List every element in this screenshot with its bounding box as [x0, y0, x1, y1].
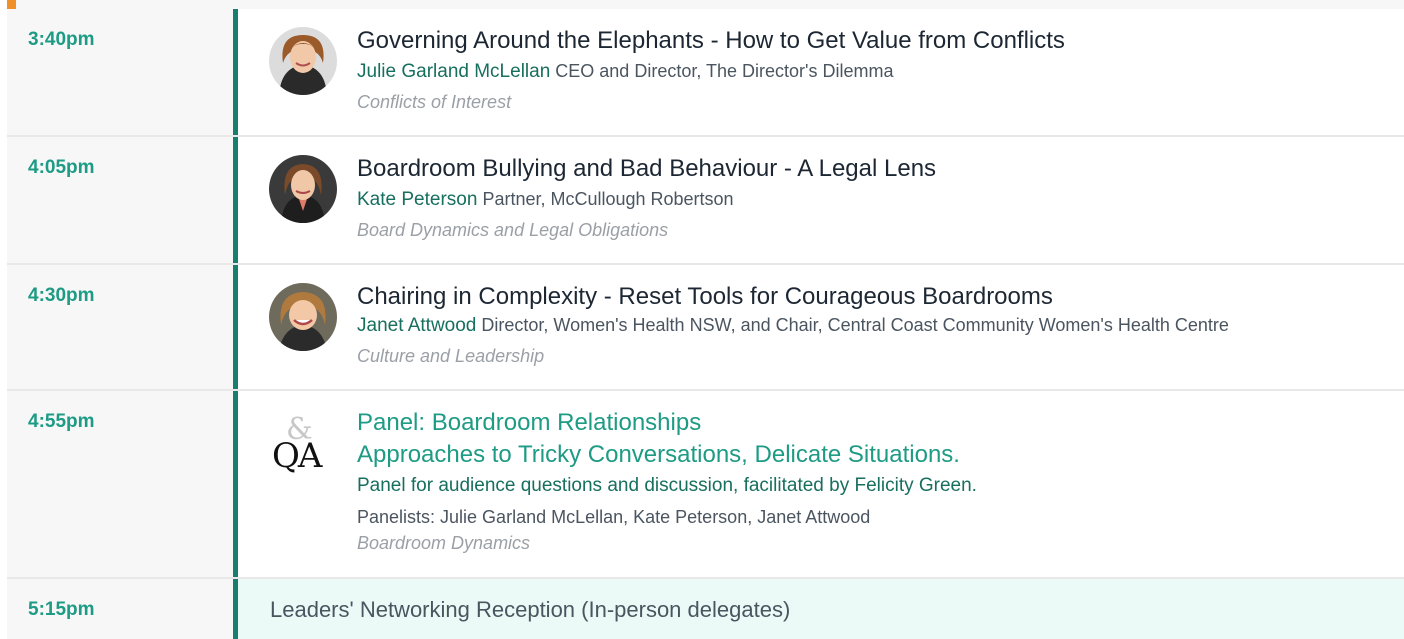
speaker-role: Partner, McCullough Robertson: [482, 189, 734, 209]
speaker-role: Director, Women's Health NSW, and Chair,…: [481, 315, 1229, 335]
panel-title-line1: Panel: Boardroom Relationships: [357, 409, 702, 436]
schedule-row-reception: 5:15pm Leaders' Networking Reception (In…: [7, 579, 1404, 639]
panelists: Panelists: Julie Garland McLellan, Kate …: [357, 507, 871, 527]
reception-title: Leaders' Networking Reception (In-person…: [270, 597, 791, 622]
session-content: Boardroom Bullying and Bad Behaviour - A…: [238, 137, 1404, 263]
schedule-row-panel: 4:55pm & QA Panel: Boardroom Relationshi…: [7, 391, 1404, 579]
session-title[interactable]: Boardroom Bullying and Bad Behaviour - A…: [357, 137, 1404, 184]
session-time: 5:15pm: [7, 579, 233, 639]
session-title[interactable]: Chairing in Complexity - Reset Tools for…: [357, 265, 1404, 312]
session-track: Board Dynamics and Legal Obligations: [357, 220, 669, 240]
speaker-line: Julie Garland McLellan CEO and Director,…: [357, 59, 1404, 84]
qa-icon: & QA: [272, 413, 325, 475]
top-strip: [7, 0, 1404, 9]
schedule-row: 3:40pm Governing Around the Elephants - …: [7, 9, 1404, 137]
schedule: 3:40pm Governing Around the Elephants - …: [7, 9, 1404, 639]
session-track: Culture and Leadership: [357, 346, 545, 366]
speaker-avatar[interactable]: [269, 27, 337, 95]
session-time: 4:55pm: [7, 391, 233, 577]
speaker-line: Kate Peterson Partner, McCullough Robert…: [357, 187, 1404, 212]
top-accent-marker: [7, 0, 16, 9]
session-content: Governing Around the Elephants - How to …: [238, 9, 1404, 135]
speaker-avatar[interactable]: [269, 155, 337, 223]
speaker-name[interactable]: Kate Peterson: [357, 189, 477, 210]
session-content: Leaders' Networking Reception (In-person…: [238, 579, 1404, 639]
session-time: 4:30pm: [7, 265, 233, 389]
panel-title-line2: Approaches to Tricky Conversations, Deli…: [357, 441, 960, 468]
speaker-role: CEO and Director, The Director's Dilemma: [555, 61, 894, 81]
panel-title[interactable]: Panel: Boardroom Relationships Approache…: [357, 391, 1404, 471]
speaker-avatar[interactable]: [269, 283, 337, 351]
session-time: 3:40pm: [7, 9, 233, 135]
session-content: & QA Panel: Boardroom Relationships Appr…: [238, 391, 1404, 577]
session-track: Boardroom Dynamics: [357, 533, 531, 553]
schedule-row: 4:05pm Boardroom Bullying and Bad Behavi…: [7, 137, 1404, 265]
panel-description: Panel for audience questions and discuss…: [357, 475, 977, 496]
session-content: Chairing in Complexity - Reset Tools for…: [238, 265, 1404, 389]
session-time: 4:05pm: [7, 137, 233, 263]
speaker-name[interactable]: Julie Garland McLellan: [357, 61, 550, 82]
schedule-row: 4:30pm Chairing in Complexity - Reset To…: [7, 265, 1404, 391]
speaker-name[interactable]: Janet Attwood: [357, 315, 476, 336]
session-title[interactable]: Governing Around the Elephants - How to …: [357, 9, 1404, 56]
speaker-line: Janet Attwood Director, Women's Health N…: [357, 313, 1404, 338]
qa-icon-letters: QA: [272, 436, 323, 475]
session-track: Conflicts of Interest: [357, 92, 512, 112]
